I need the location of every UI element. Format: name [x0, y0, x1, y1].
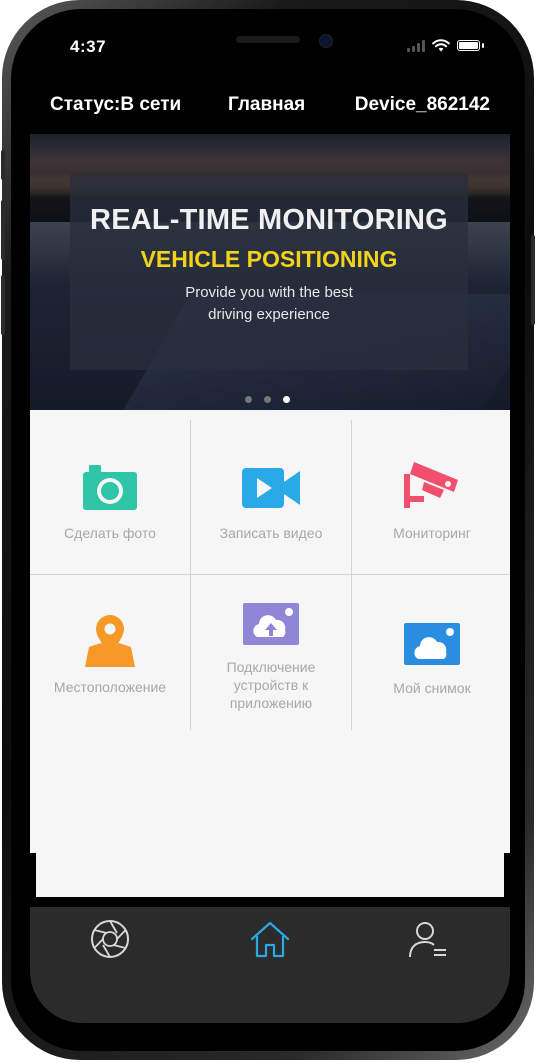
connect-devices-label-line-3: приложению	[229, 695, 313, 711]
record-video-label: Записать видео	[219, 525, 323, 541]
aperture-icon[interactable]	[88, 917, 132, 961]
feature-grid: Сделать фото Записать видео Мониторинг М…	[30, 410, 510, 853]
volume-down-button	[1, 275, 5, 335]
cloud-photo-icon	[404, 623, 460, 665]
banner-subheading: VEHICLE POSITIONING	[140, 246, 398, 272]
status-icons	[407, 39, 484, 52]
location-label: Местоположение	[53, 679, 167, 695]
connect-devices-label-line-1: Подключение	[226, 659, 316, 675]
page-title: Главная	[228, 94, 306, 115]
device-name[interactable]: Device_862142	[355, 94, 490, 116]
banner-line-2: driving experience	[208, 306, 330, 323]
cctv-icon	[404, 462, 458, 508]
status-bar: 4:37	[30, 20, 510, 78]
connection-status: Статус:В сети	[50, 94, 182, 115]
front-camera	[319, 34, 333, 48]
notch	[180, 20, 360, 50]
monitoring-button[interactable]: Мониторинг	[352, 420, 510, 574]
carousel-dot-active[interactable]	[283, 396, 290, 403]
wifi-icon	[432, 39, 450, 52]
take-photo-button[interactable]: Сделать фото	[30, 420, 190, 574]
camera-icon	[83, 465, 137, 510]
carousel-dot[interactable]	[245, 396, 252, 403]
battery-icon	[457, 40, 480, 51]
record-video-button[interactable]: Записать видео	[191, 420, 351, 574]
carousel-dot[interactable]	[264, 396, 271, 403]
speaker-grille	[236, 36, 300, 43]
banner-text-box: REAL-TIME MONITORING VEHICLE POSITIONING…	[70, 174, 468, 370]
mute-switch	[1, 150, 5, 180]
volume-up-button	[1, 200, 5, 260]
carousel-dots	[245, 396, 290, 403]
status-time: 4:37	[70, 37, 107, 56]
promo-banner[interactable]: REAL-TIME MONITORING VEHICLE POSITIONING…	[30, 134, 510, 410]
my-snapshot-button[interactable]: Мой снимок	[352, 575, 510, 729]
cellular-signal-icon	[407, 39, 425, 52]
banner-heading: REAL-TIME MONITORING	[90, 204, 448, 236]
my-snapshot-label: Мой снимок	[393, 680, 471, 696]
cloud-upload-icon	[243, 603, 299, 645]
banner-line-1: Provide you with the best	[185, 284, 353, 301]
location-button[interactable]: Местоположение	[30, 575, 190, 729]
video-camera-icon	[242, 468, 300, 508]
app-header: Статус:В сети Главная Device_862142	[30, 90, 510, 126]
home-icon[interactable]	[248, 917, 292, 961]
connect-devices-label-line-2: устройств к	[233, 677, 309, 693]
user-menu-icon[interactable]	[406, 917, 450, 961]
phone-screen: 4:37 Статус:В сети Главная Device_862142…	[30, 20, 510, 1023]
monitoring-label: Мониторинг	[393, 525, 471, 541]
connect-devices-button[interactable]: Подключение устройств к приложению	[191, 575, 351, 729]
take-photo-label: Сделать фото	[64, 525, 156, 541]
tab-bar	[30, 907, 510, 969]
map-pin-icon	[85, 615, 135, 667]
power-button	[531, 235, 535, 325]
